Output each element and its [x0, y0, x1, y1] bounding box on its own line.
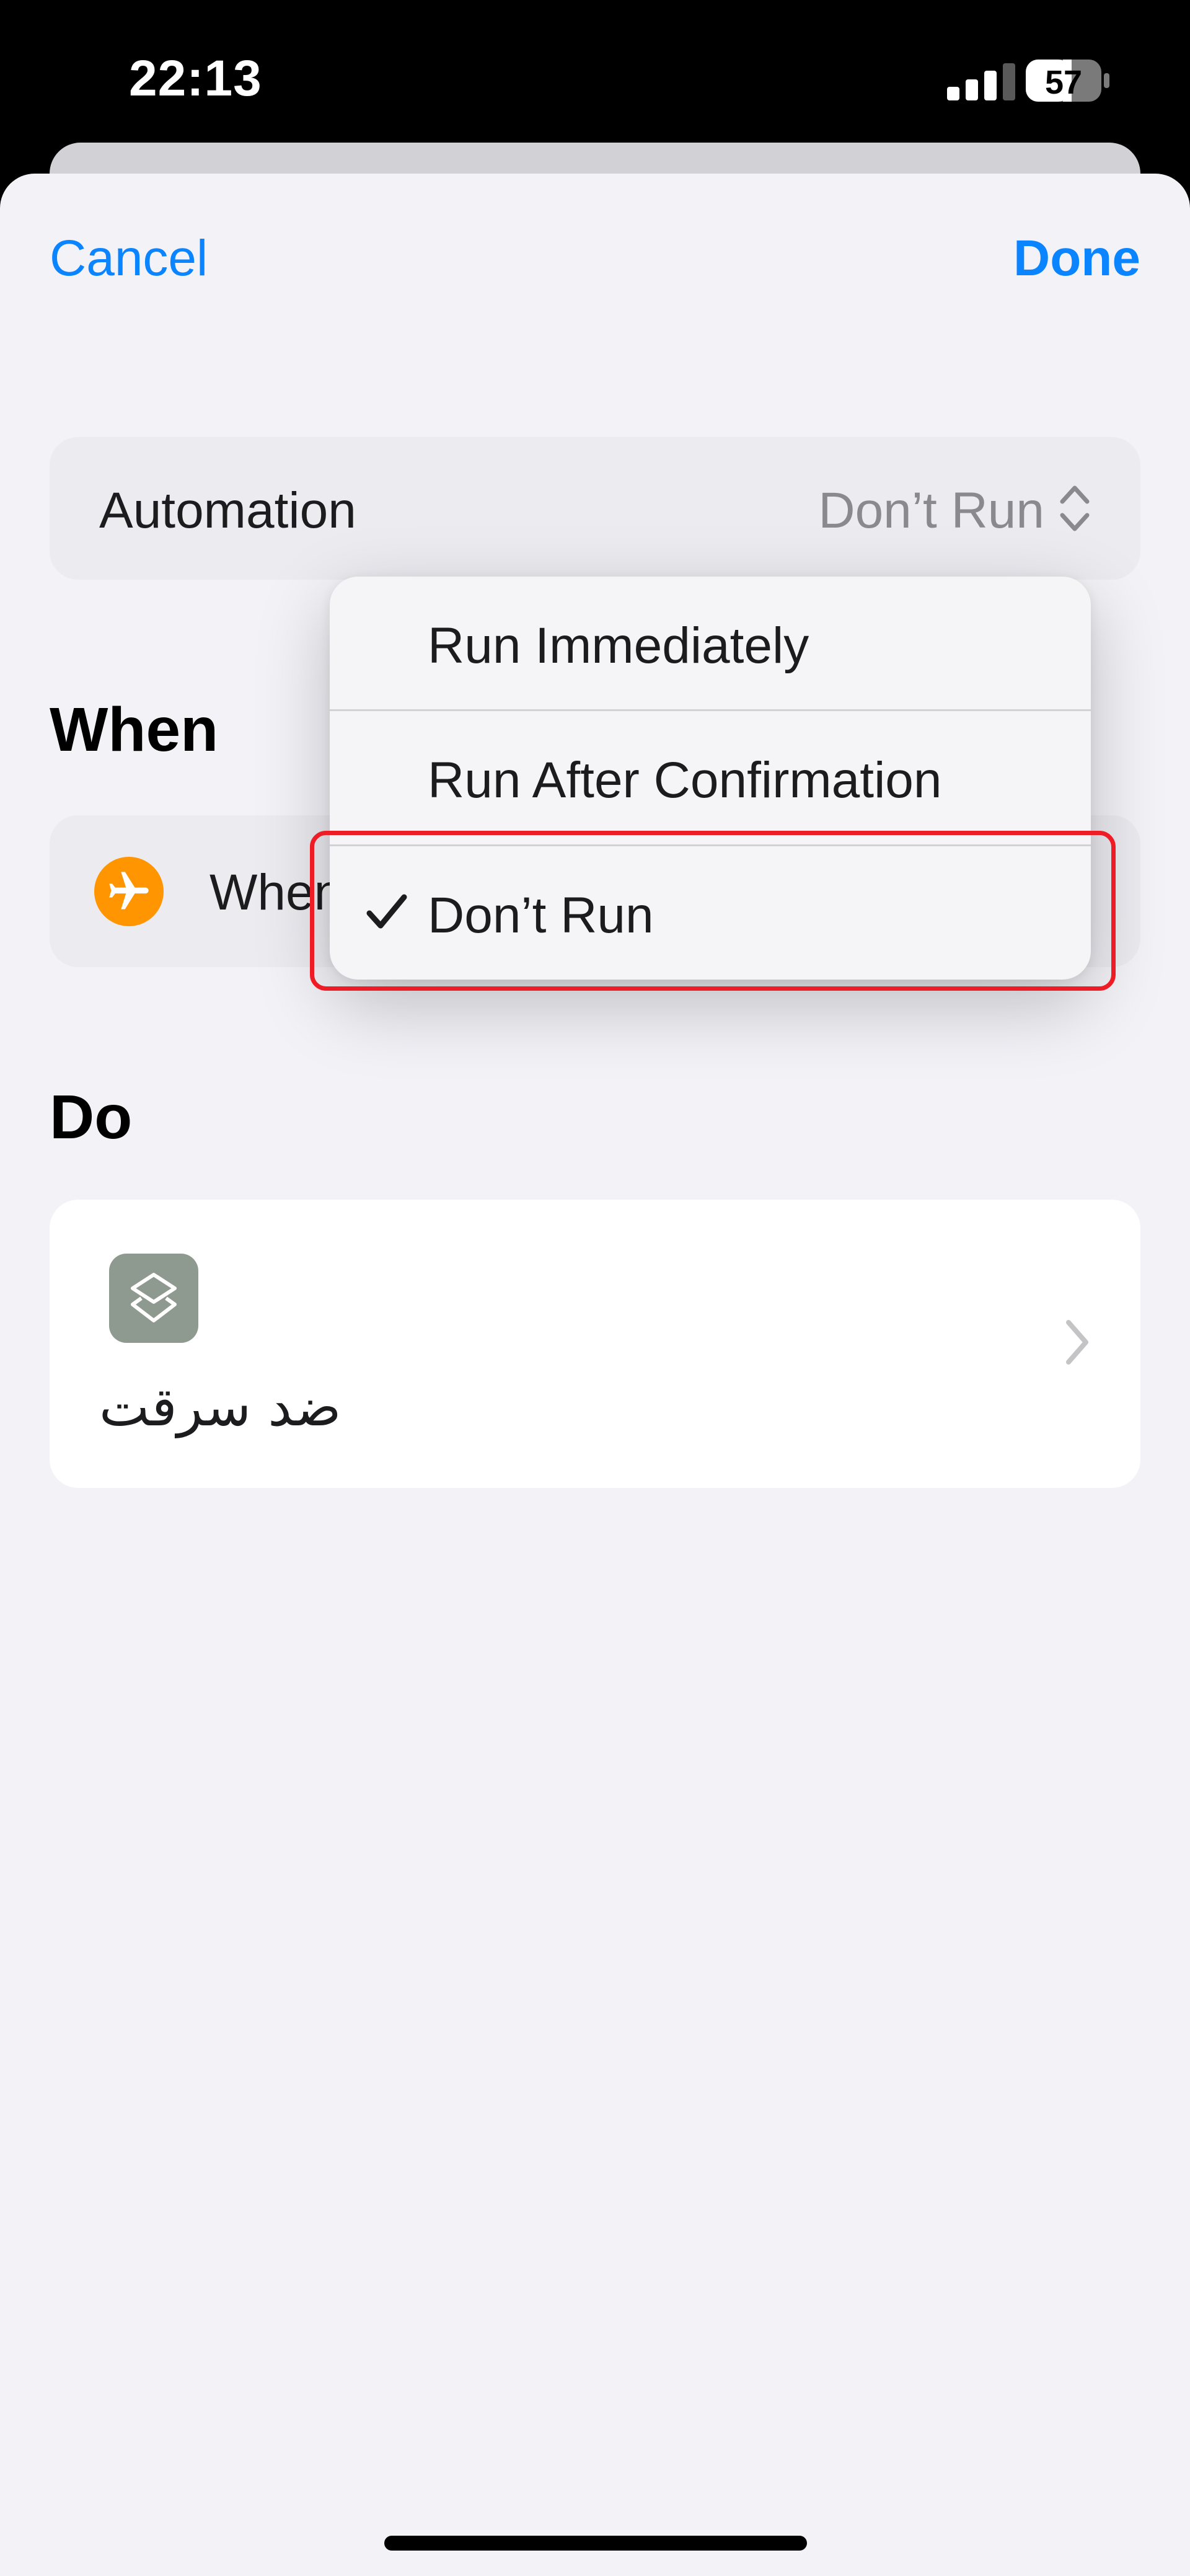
menu-item-label: Run After Confirmation: [428, 752, 942, 808]
cancel-button[interactable]: Cancel: [50, 229, 208, 288]
automation-sheet: Cancel Done Automation Don’t Run When Wh…: [0, 174, 1190, 2576]
selection-highlight-box: [310, 831, 1116, 991]
when-section-title: When: [50, 695, 219, 764]
airplane-icon: [94, 857, 164, 926]
automation-value: Don’t Run: [818, 482, 1044, 539]
chevron-up-down-icon: [1060, 485, 1090, 531]
automation-label: Automation: [99, 482, 356, 539]
shortcut-name: ضد سرقت: [99, 1376, 342, 1438]
battery-icon: 57: [1026, 60, 1109, 102]
battery-level: 57: [1044, 64, 1083, 101]
shortcut-action-row[interactable]: ضد سرقت: [50, 1200, 1140, 1488]
do-section-title: Do: [50, 1082, 133, 1152]
menu-item-run-immediately[interactable]: Run Immediately: [330, 577, 1091, 710]
shortcuts-layers-icon: [109, 1254, 198, 1343]
home-indicator[interactable]: [384, 2536, 807, 2551]
status-time: 22:13: [129, 50, 262, 107]
done-button[interactable]: Done: [1013, 229, 1140, 288]
menu-item-label: Run Immediately: [428, 617, 809, 674]
menu-item-run-after-confirmation[interactable]: Run After Confirmation: [330, 711, 1091, 845]
automation-run-setting[interactable]: Automation Don’t Run: [50, 437, 1140, 580]
status-bar: 22:13 57: [0, 0, 1190, 146]
cellular-signal-icon: [947, 63, 1015, 100]
chevron-right-icon: [1066, 1320, 1088, 1365]
